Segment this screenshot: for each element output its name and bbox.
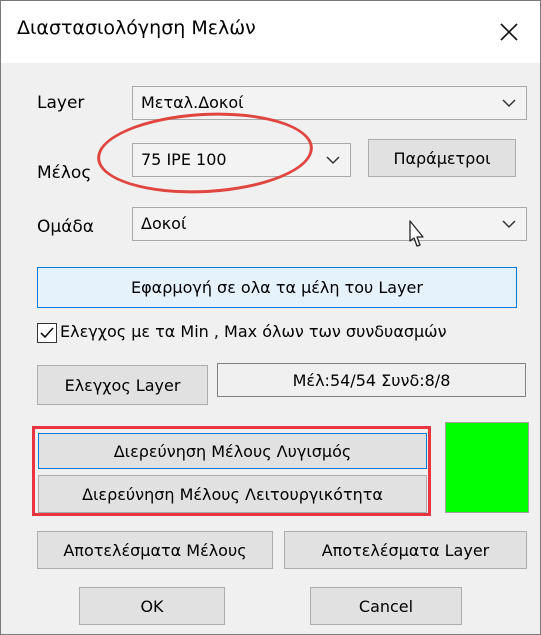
layer-select[interactable]: Μεταλ.Δοκοί bbox=[132, 86, 527, 120]
close-button[interactable] bbox=[478, 1, 540, 63]
ok-button[interactable]: OK bbox=[79, 587, 225, 625]
investigate-buckling-button[interactable]: Διερεύνηση Μέλους Λυγισμός bbox=[38, 433, 427, 469]
investigate-serviceability-button[interactable]: Διερεύνηση Μέλους Λειτουργικότητα bbox=[38, 475, 427, 513]
mouse-cursor-icon bbox=[409, 220, 424, 247]
member-label: Μέλος bbox=[37, 163, 92, 183]
dialog-window: Διαστασιολόγηση Μελών Layer Μεταλ.Δοκοί … bbox=[0, 0, 541, 635]
minmax-checkbox-label: Ελεγχος με τα Min , Max όλων των συνδυασ… bbox=[60, 322, 447, 341]
close-icon bbox=[500, 23, 518, 41]
checkmark-icon bbox=[40, 327, 54, 339]
chevron-down-icon bbox=[326, 156, 340, 165]
layer-results-button[interactable]: Αποτελέσματα Layer bbox=[284, 531, 527, 569]
apply-all-button[interactable]: Εφαρμογή σε ολα τα μέλη του Layer bbox=[37, 267, 517, 308]
parameters-button[interactable]: Παράμετροι bbox=[368, 139, 516, 177]
member-results-button[interactable]: Αποτελέσματα Μέλους bbox=[37, 531, 273, 569]
group-label: Ομάδα bbox=[37, 217, 95, 237]
member-select[interactable]: 75 IPE 100 bbox=[132, 143, 351, 177]
member-select-value: 75 IPE 100 bbox=[141, 150, 227, 169]
group-select-value: Δοκοί bbox=[141, 214, 187, 233]
chevron-down-icon bbox=[502, 99, 516, 108]
cancel-button[interactable]: Cancel bbox=[310, 587, 462, 625]
window-title: Διαστασιολόγηση Μελών bbox=[17, 17, 256, 39]
title-bar: Διαστασιολόγηση Μελών bbox=[1, 1, 540, 63]
status-readout: Μέλ:54/54 Συνδ:8/8 bbox=[217, 363, 526, 397]
group-select[interactable]: Δοκοί bbox=[132, 207, 527, 241]
status-color-swatch bbox=[445, 422, 529, 513]
minmax-checkbox[interactable] bbox=[37, 323, 57, 343]
layer-label: Layer bbox=[37, 93, 85, 113]
chevron-down-icon bbox=[502, 220, 516, 229]
layer-select-value: Μεταλ.Δοκοί bbox=[141, 93, 244, 112]
check-layer-button[interactable]: Ελεγχος Layer bbox=[37, 365, 208, 405]
